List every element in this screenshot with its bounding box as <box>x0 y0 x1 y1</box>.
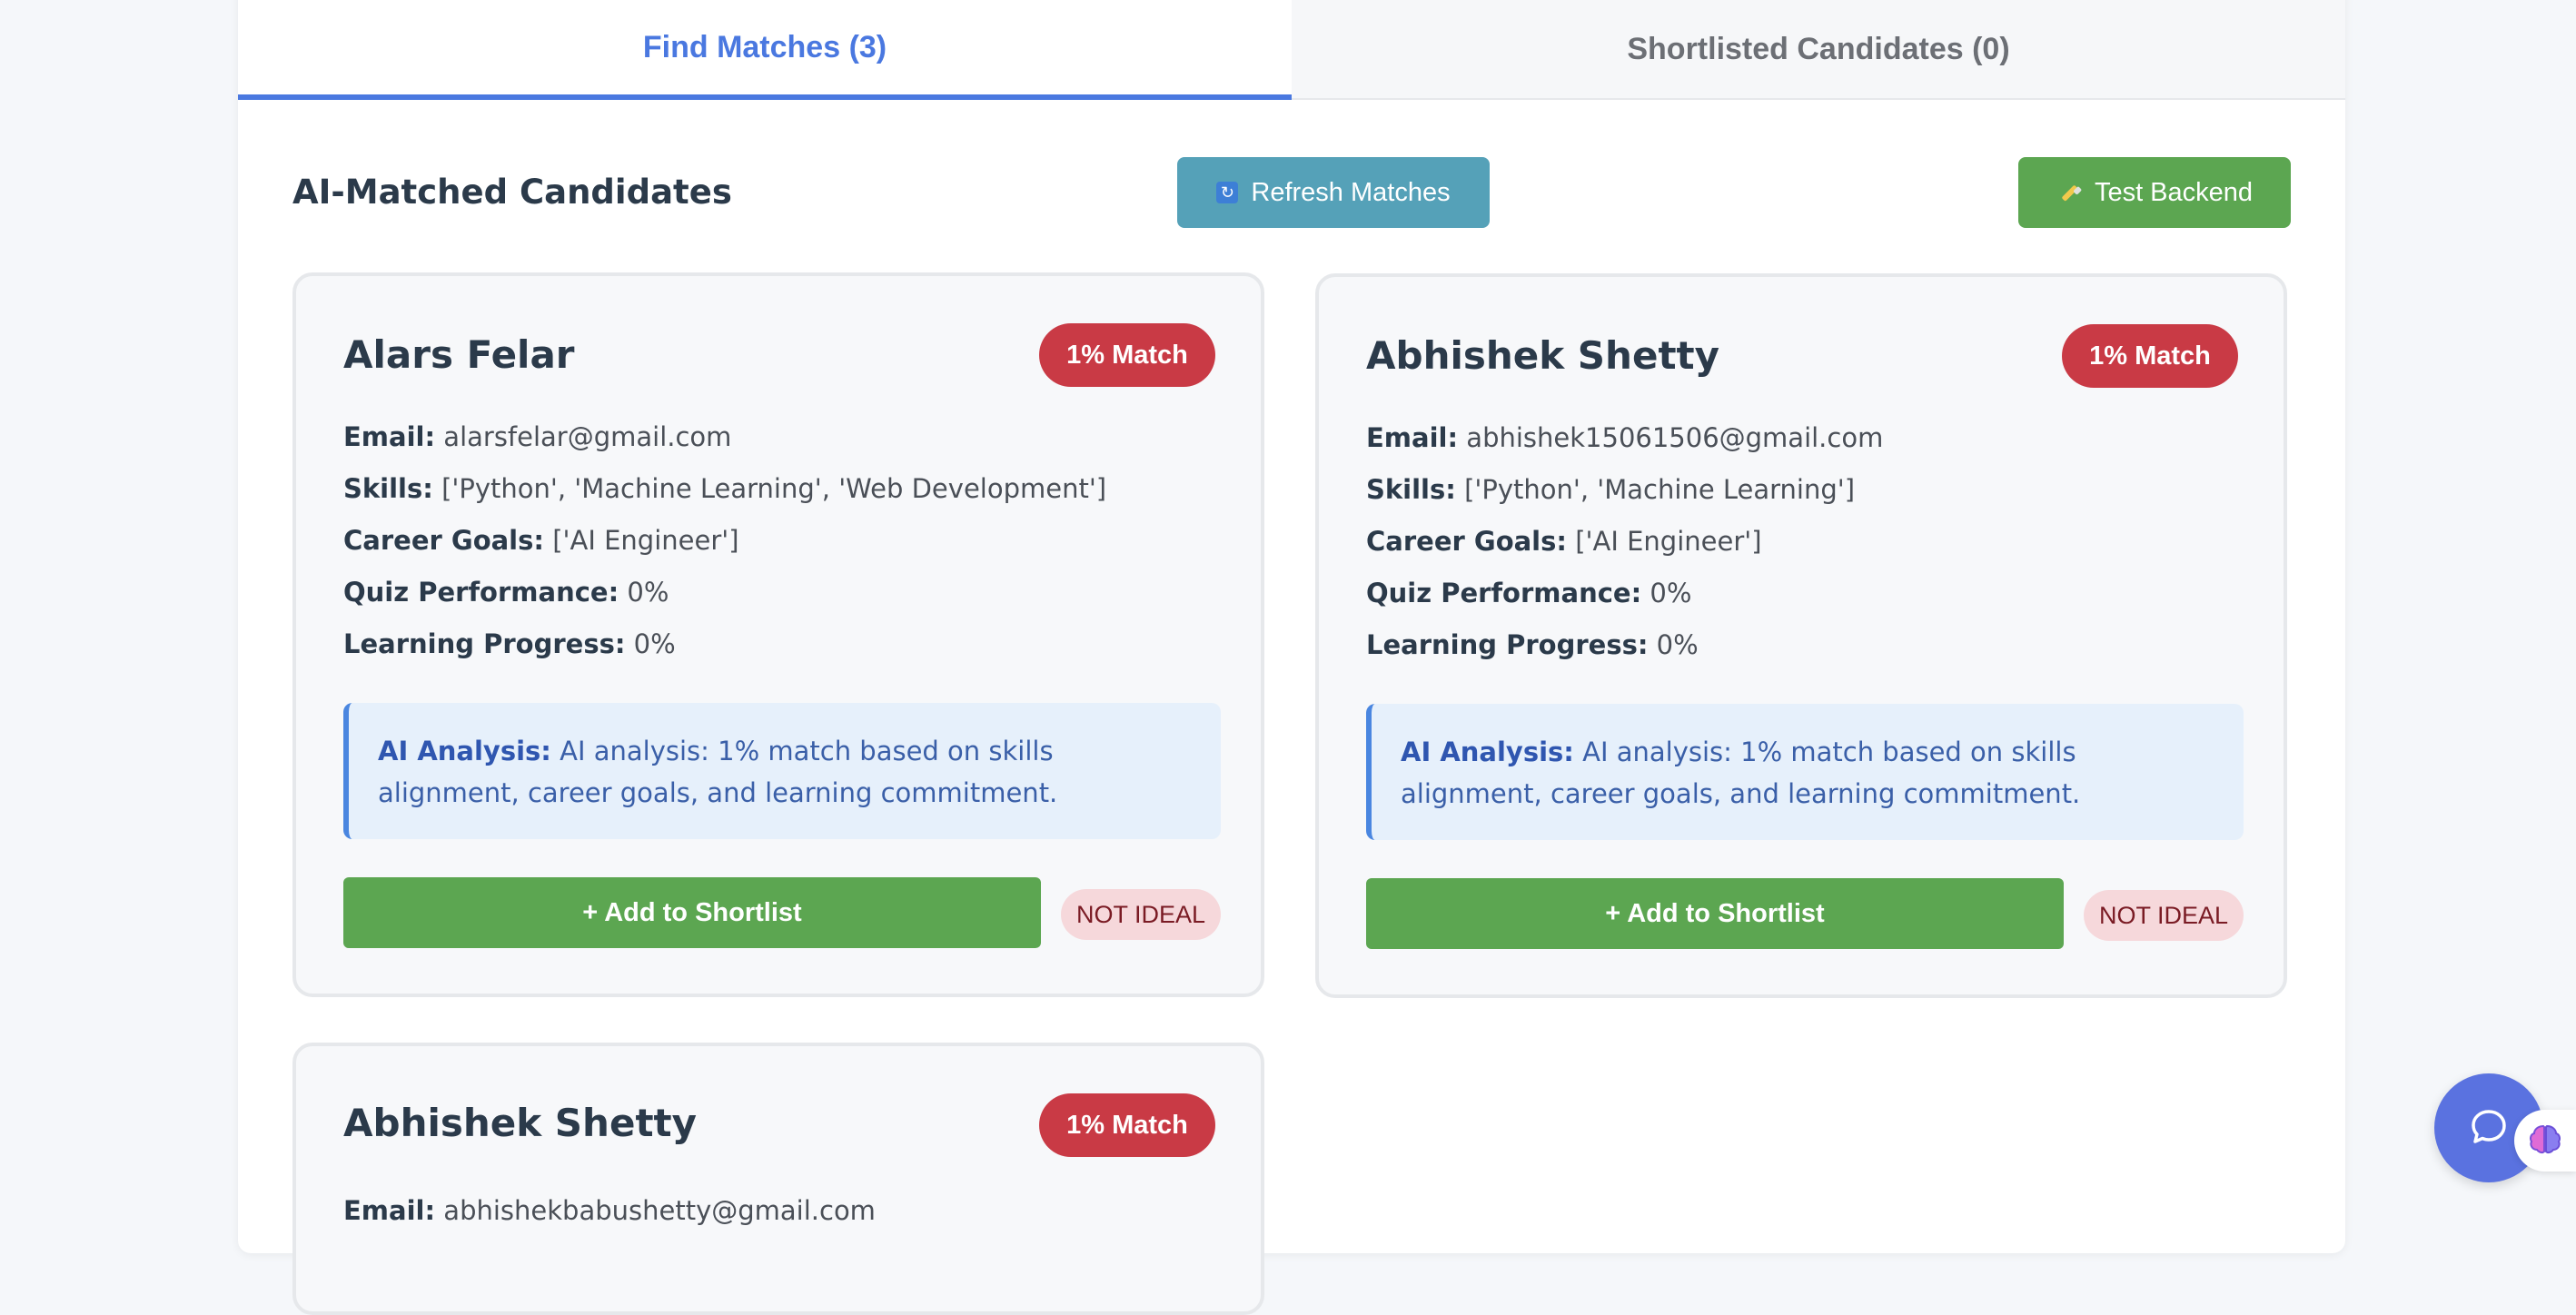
wrench-icon <box>2056 180 2082 205</box>
learning-progress-value: 0% <box>633 628 676 659</box>
ai-assistant-button[interactable] <box>2514 1110 2576 1172</box>
career-goals-value: ['AI Engineer'] <box>1575 526 1762 557</box>
skills-value: ['Python', 'Machine Learning', 'Web Deve… <box>441 473 1107 504</box>
career-goals-row: Career Goals: ['AI Engineer'] <box>343 525 739 556</box>
email-row: Email: alarsfelar@gmail.com <box>343 421 731 452</box>
email-label: Email: <box>343 1195 436 1226</box>
brain-icon <box>2525 1119 2565 1163</box>
candidate-card: Abhishek Shetty 1% Match Email: abhishek… <box>1315 273 2287 998</box>
candidate-card: Alars Felar 1% Match Email: alarsfelar@g… <box>292 272 1264 997</box>
add-to-shortlist-button[interactable]: + Add to Shortlist <box>1366 878 2064 949</box>
email-value: abhishek15061506@gmail.com <box>1466 422 1884 453</box>
skills-label: Skills: <box>1366 474 1456 505</box>
not-ideal-button[interactable]: NOT IDEAL <box>2084 890 2244 941</box>
refresh-matches-label: Refresh Matches <box>1251 177 1451 207</box>
ai-analysis-label: AI Analysis: <box>378 736 551 766</box>
career-goals-row: Career Goals: ['AI Engineer'] <box>1366 526 1762 557</box>
candidate-name: Abhishek Shetty <box>343 1101 697 1145</box>
tab-find-matches[interactable]: Find Matches (3) <box>238 0 1292 100</box>
quiz-performance-label: Quiz Performance: <box>1366 578 1642 608</box>
learning-progress-value: 0% <box>1656 629 1699 660</box>
candidate-name: Alars Felar <box>343 332 575 377</box>
match-badge: 1% Match <box>1039 323 1215 387</box>
test-backend-button[interactable]: Test Backend <box>2018 157 2291 228</box>
ai-analysis-box: AI Analysis: AI analysis: 1% match based… <box>343 703 1221 839</box>
refresh-matches-button[interactable]: ↻ Refresh Matches <box>1177 157 1490 228</box>
learning-progress-row: Learning Progress: 0% <box>343 628 676 659</box>
tab-shortlisted-candidates[interactable]: Shortlisted Candidates (0) <box>1292 0 2345 100</box>
add-to-shortlist-button[interactable]: + Add to Shortlist <box>343 877 1041 948</box>
candidate-name: Abhishek Shetty <box>1366 333 1719 378</box>
candidate-card: Abhishek Shetty 1% Match Email: abhishek… <box>292 1043 1264 1315</box>
match-badge: 1% Match <box>2062 324 2238 388</box>
section-title: AI-Matched Candidates <box>292 173 732 212</box>
match-badge: 1% Match <box>1039 1093 1215 1157</box>
ai-analysis-box: AI Analysis: AI analysis: 1% match based… <box>1366 704 2244 840</box>
email-label: Email: <box>343 421 436 452</box>
ai-analysis-label: AI Analysis: <box>1401 737 1574 767</box>
skills-row: Skills: ['Python', 'Machine Learning'] <box>1366 474 1855 505</box>
chat-icon <box>2467 1104 2511 1152</box>
career-goals-value: ['AI Engineer'] <box>552 525 739 556</box>
skills-row: Skills: ['Python', 'Machine Learning', '… <box>343 473 1106 504</box>
career-goals-label: Career Goals: <box>343 525 544 556</box>
quiz-performance-row: Quiz Performance: 0% <box>343 577 669 608</box>
quiz-performance-value: 0% <box>1650 578 1692 608</box>
quiz-performance-label: Quiz Performance: <box>343 577 619 608</box>
career-goals-label: Career Goals: <box>1366 526 1567 557</box>
skills-label: Skills: <box>343 473 433 504</box>
email-row: Email: abhishek15061506@gmail.com <box>1366 422 1883 453</box>
email-row: Email: abhishekbabushetty@gmail.com <box>343 1195 876 1226</box>
learning-progress-label: Learning Progress: <box>343 628 626 659</box>
quiz-performance-row: Quiz Performance: 0% <box>1366 578 1691 608</box>
refresh-icon: ↻ <box>1216 182 1239 203</box>
not-ideal-button[interactable]: NOT IDEAL <box>1061 889 1221 940</box>
email-label: Email: <box>1366 422 1459 453</box>
learning-progress-label: Learning Progress: <box>1366 629 1649 660</box>
email-value: abhishekbabushetty@gmail.com <box>443 1195 876 1226</box>
test-backend-label: Test Backend <box>2094 177 2254 207</box>
learning-progress-row: Learning Progress: 0% <box>1366 629 1699 660</box>
tab-bar: Find Matches (3) Shortlisted Candidates … <box>238 0 2345 100</box>
quiz-performance-value: 0% <box>627 577 669 608</box>
skills-value: ['Python', 'Machine Learning'] <box>1464 474 1856 505</box>
email-value: alarsfelar@gmail.com <box>443 421 732 452</box>
